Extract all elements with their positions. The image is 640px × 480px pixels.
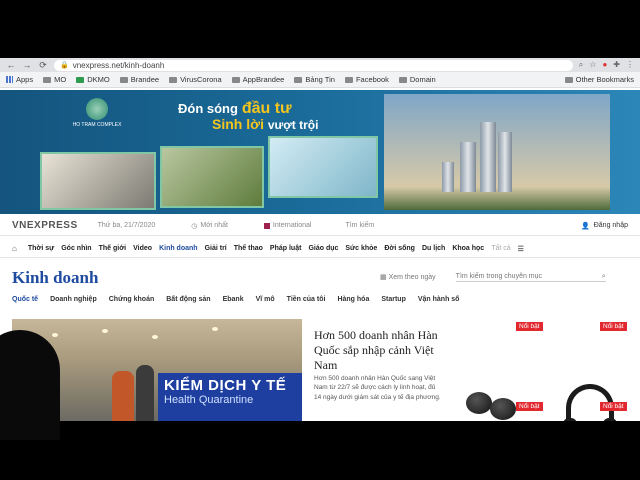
- bookmark-appbrandee[interactable]: AppBrandee: [231, 75, 284, 84]
- nav-item[interactable]: Giải trí: [205, 245, 227, 252]
- viewer-silhouette: [0, 330, 60, 440]
- article-description: Hơn 500 doanh nhân Hàn Quốc sang Việt Na…: [314, 375, 441, 401]
- nav-item[interactable]: Thế giới: [99, 245, 127, 252]
- quarantine-sign: KIỂM DỊCH Y TẾ Health Quarantine: [158, 373, 302, 421]
- site-logo[interactable]: VNEXPRESS: [12, 220, 78, 231]
- folder-icon: [344, 76, 353, 83]
- nav-item[interactable]: Thời sự: [28, 245, 54, 252]
- folder-icon: [564, 76, 573, 83]
- folder-icon: [119, 76, 128, 83]
- folder-icon: [43, 76, 52, 83]
- browser-window: ← → ⟳ 🔒 vnexpress.net/kinh-doanh ⌕ ☆ ● ✚…: [0, 58, 640, 421]
- sub-nav-item[interactable]: Startup: [381, 296, 406, 303]
- banner-photo: [160, 146, 264, 208]
- nav-item[interactable]: Góc nhìn: [61, 245, 91, 252]
- international-link[interactable]: International: [263, 222, 311, 229]
- brand-logo-icon: [86, 98, 108, 120]
- browser-toolbar: ← → ⟳ 🔒 vnexpress.net/kinh-doanh ⌕ ☆ ● ✚…: [0, 58, 640, 72]
- featured-badge: Nổi bật: [516, 322, 543, 331]
- puzzle-icon[interactable]: ✚: [613, 60, 620, 70]
- menu-icon[interactable]: ⋮: [626, 60, 634, 70]
- star-icon[interactable]: ☆: [589, 60, 596, 70]
- sub-nav-item[interactable]: Chứng khoán: [109, 296, 155, 303]
- sub-nav-item[interactable]: Vận hành số: [418, 296, 460, 303]
- back-icon[interactable]: ←: [6, 60, 16, 70]
- bookmark-domain[interactable]: Domain: [398, 75, 436, 84]
- folder-icon: [294, 76, 303, 83]
- home-icon[interactable]: ⌂: [12, 244, 17, 253]
- nav-item[interactable]: Pháp luật: [270, 245, 302, 252]
- extension-icon[interactable]: ●: [602, 60, 607, 70]
- sub-nav-item[interactable]: Hàng hóa: [337, 296, 369, 303]
- featured-badge: Nổi bật: [600, 322, 627, 331]
- bookmark-facebook[interactable]: Facebook: [344, 75, 389, 84]
- folder-icon: [231, 76, 240, 83]
- calendar-icon: ▦: [380, 274, 387, 281]
- bookmarks-bar: Apps MO DKMO Brandee VirusCorona AppBran…: [0, 72, 640, 88]
- nav-item-active[interactable]: Kinh doanh: [159, 245, 198, 252]
- hamburger-icon[interactable]: ☰: [518, 245, 524, 253]
- banner-photo: [40, 152, 156, 210]
- header-search[interactable]: Tìm kiếm: [345, 222, 374, 229]
- bookmark-brandee[interactable]: Brandee: [119, 75, 159, 84]
- featured-badge: Nổi bật: [516, 402, 543, 411]
- forward-icon[interactable]: →: [22, 60, 32, 70]
- folder-icon: [169, 76, 178, 83]
- bookmark-other[interactable]: Other Bookmarks: [564, 75, 634, 84]
- zoom-icon[interactable]: ⌕: [579, 60, 583, 70]
- brand-logo: HO TRAM COMPLEX: [62, 98, 132, 138]
- sub-nav-item[interactable]: Tiền của tôi: [287, 296, 326, 303]
- bookmark-mo[interactable]: MO: [43, 75, 66, 84]
- bookmark-bangtin[interactable]: Bảng Tin: [294, 75, 335, 84]
- nav-item[interactable]: Sức khỏe: [345, 245, 377, 252]
- sub-nav-item[interactable]: Bất động sản: [166, 296, 210, 303]
- apps-icon: [6, 76, 13, 83]
- article-title[interactable]: Hơn 500 doanh nhân Hàn Quốc sắp nhập cản…: [314, 328, 454, 373]
- category-search-input[interactable]: Tìm kiếm trong chuyên mục ⌕: [455, 273, 606, 282]
- folder-icon: [398, 76, 407, 83]
- lock-icon: 🔒: [60, 62, 69, 69]
- sub-nav-item[interactable]: Ebank: [223, 296, 244, 303]
- bookmark-apps[interactable]: Apps: [6, 75, 33, 84]
- sub-nav-item[interactable]: Quốc tế: [12, 296, 38, 303]
- extension-icons: ⌕ ☆ ● ✚ ⋮: [579, 60, 634, 70]
- banner-slogan-line2: Sinh lời vượt trội: [212, 116, 319, 132]
- login-button[interactable]: 👤 Đăng nhập: [581, 222, 628, 230]
- nav-item-all[interactable]: Tất cả: [491, 245, 510, 252]
- date-filter[interactable]: ▦ Xem theo ngày: [380, 273, 436, 282]
- latest-link[interactable]: ◷ Mới nhất: [191, 222, 228, 230]
- plus-icon: [76, 76, 85, 83]
- sub-nav: Quốc tế Doanh nghiệp Chứng khoán Bất độn…: [12, 296, 459, 303]
- site-header: VNEXPRESS Thứ ba, 21/7/2020 ◷ Mới nhất In…: [0, 216, 640, 236]
- main-nav: ⌂ Thời sự Góc nhìn Thế giới Video Kinh d…: [0, 240, 640, 258]
- sub-nav-item[interactable]: Doanh nghiệp: [50, 296, 97, 303]
- clock-icon: ◷: [191, 222, 198, 230]
- user-icon: 👤: [581, 222, 590, 230]
- address-bar[interactable]: 🔒 vnexpress.net/kinh-doanh: [54, 59, 573, 71]
- reload-icon[interactable]: ⟳: [38, 60, 48, 71]
- nav-item[interactable]: Khoa học: [452, 245, 484, 252]
- nav-item[interactable]: Đời sống: [384, 245, 415, 252]
- nav-item[interactable]: Du lịch: [422, 245, 445, 252]
- category-title[interactable]: Kinh doanh: [12, 268, 98, 288]
- ad-banner[interactable]: HO TRAM COMPLEX Đón sóng đầu tư Sinh lời…: [0, 90, 640, 214]
- building-image: [384, 94, 610, 210]
- featured-badge: Nổi bật: [600, 402, 627, 411]
- nav-item[interactable]: Thể thao: [234, 245, 263, 252]
- international-icon: [263, 222, 270, 229]
- url-text: vnexpress.net/kinh-doanh: [72, 60, 165, 70]
- nav-item[interactable]: Giáo dục: [308, 245, 338, 252]
- current-date: Thứ ba, 21/7/2020: [97, 222, 156, 229]
- bookmark-viruscorona[interactable]: VirusCorona: [169, 75, 222, 84]
- sub-nav-item[interactable]: Vĩ mô: [256, 296, 275, 303]
- bookmark-dkmo[interactable]: DKMO: [76, 75, 110, 84]
- category-tools: ▦ Xem theo ngày Tìm kiếm trong chuyên mụ…: [380, 273, 606, 282]
- search-icon: ⌕: [601, 273, 606, 280]
- banner-photo: [268, 136, 378, 198]
- nav-item[interactable]: Video: [133, 245, 152, 252]
